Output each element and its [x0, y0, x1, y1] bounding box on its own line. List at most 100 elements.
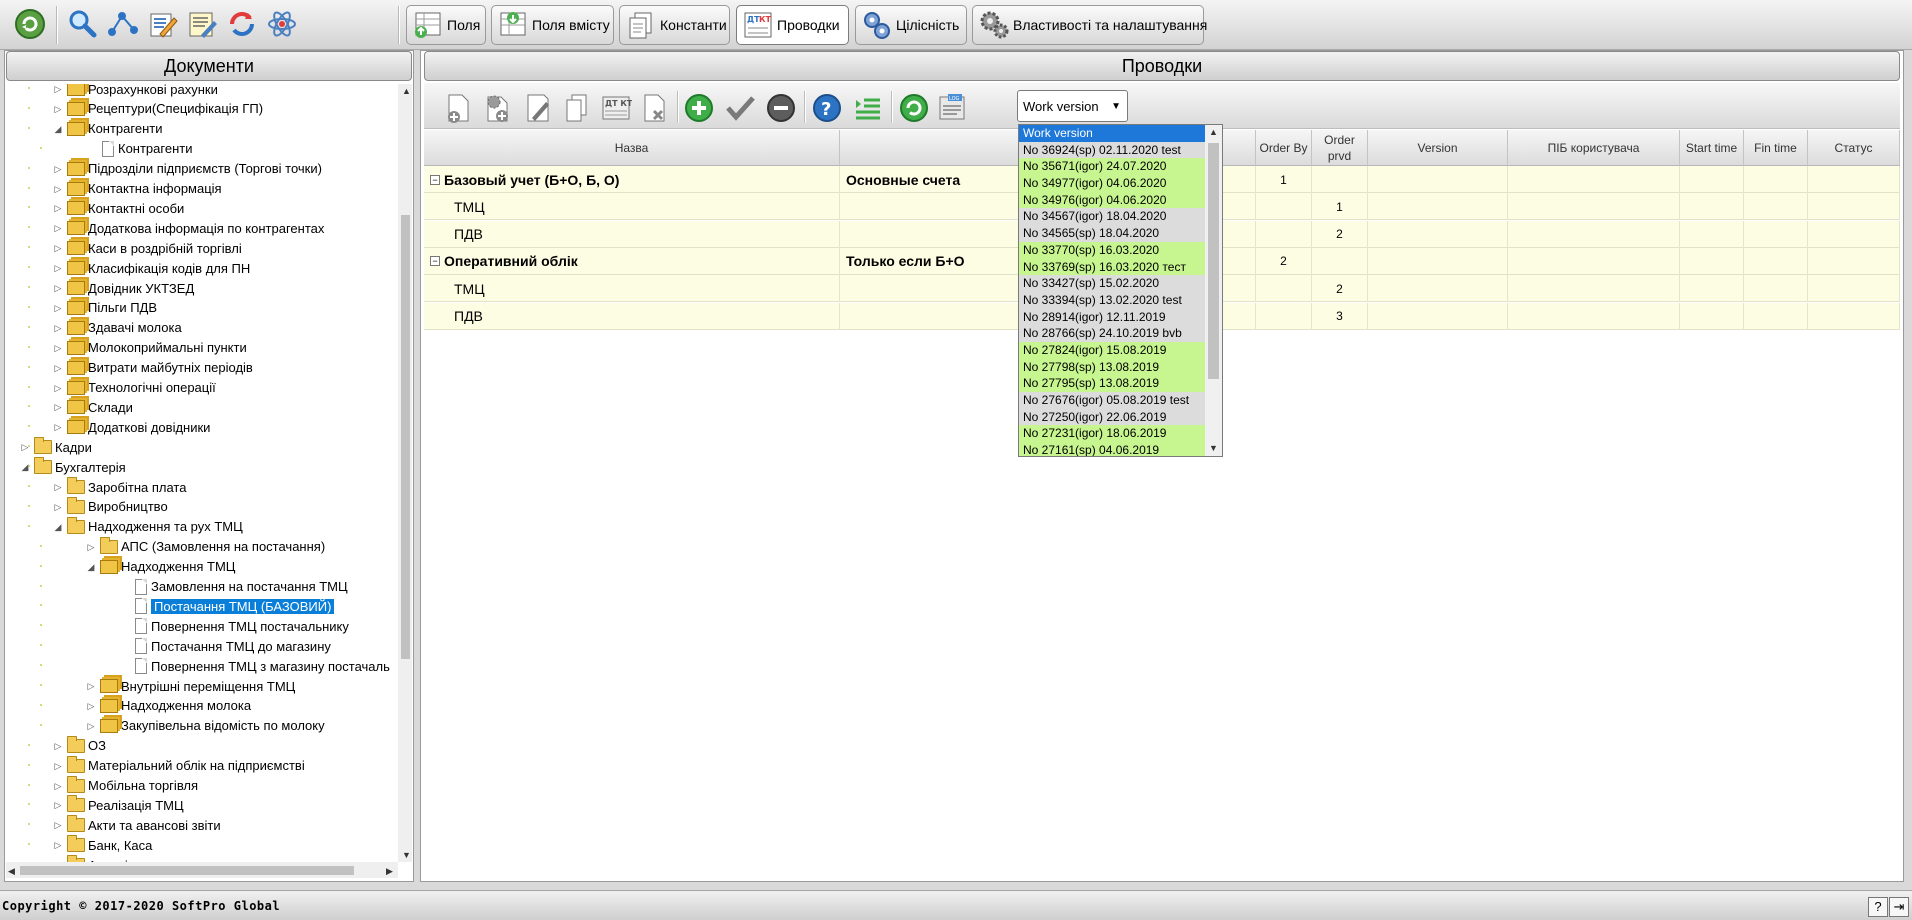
column-header[interactable]: Fin time	[1744, 130, 1808, 166]
column-header[interactable]: Order prvd	[1312, 130, 1368, 166]
scroll-right-arrow[interactable]: ▶	[386, 866, 393, 877]
tree-item[interactable]: Постачання ТМЦ (БАЗОВИЙ)	[119, 596, 335, 616]
copy-icon[interactable]	[560, 91, 594, 125]
dropdown-option[interactable]: No 33427(sp) 15.02.2020	[1019, 275, 1207, 292]
dropdown-option[interactable]: No 35671(igor) 24.07.2020	[1019, 158, 1207, 176]
expand-arrow-icon[interactable]: ▷	[53, 343, 63, 353]
tree-item[interactable]: ▷ Здавачі молока	[53, 318, 182, 338]
search-icon[interactable]	[66, 8, 98, 40]
tree-item[interactable]: ▷ Внутрішні переміщення ТМЦ	[86, 676, 296, 696]
expand-arrow-icon[interactable]: ▷	[86, 721, 96, 731]
expand-arrow-icon[interactable]: ▷	[86, 542, 96, 552]
new-doc-icon[interactable]	[442, 91, 476, 125]
expand-arrow-icon[interactable]: ▷	[53, 164, 63, 174]
dropdown-option[interactable]: Work version	[1019, 125, 1207, 142]
help-icon[interactable]: ?	[810, 91, 844, 125]
collapse-arrow-icon[interactable]: ◢	[53, 522, 63, 532]
cycle-icon[interactable]	[226, 8, 258, 40]
tree-item[interactable]: ▷ Заробітна плата	[53, 477, 186, 497]
refresh-icon[interactable]	[897, 91, 931, 125]
tree-item[interactable]: Повернення ТМЦ з магазину постачаль	[119, 656, 390, 676]
tree-item[interactable]: Постачання ТМЦ до магазину	[119, 636, 331, 656]
tree-item[interactable]: ▷ Закупівельна відомість по молоку	[86, 716, 325, 736]
column-header[interactable]: Order By	[1256, 130, 1312, 166]
expand-arrow-icon[interactable]: ▷	[53, 104, 63, 114]
tree-item[interactable]: ▷ Витрати майбутніх періодів	[53, 358, 253, 378]
tree-item[interactable]: ▷ Надходження молока	[86, 696, 252, 716]
tree-item[interactable]: ▷ Виробництво	[53, 496, 168, 517]
dropdown-option[interactable]: No 27676(igor) 05.08.2019 test	[1019, 392, 1207, 409]
expand-arrow-icon[interactable]: ▷	[53, 422, 63, 432]
refresh-icon[interactable]	[14, 8, 46, 40]
dropdown-option[interactable]: No 28766(sp) 24.10.2019 bvb	[1019, 325, 1207, 342]
tree-item[interactable]: ▷ Склади	[53, 397, 133, 417]
scroll-left-arrow[interactable]: ◀	[8, 866, 15, 877]
expand-arrow-icon[interactable]: ▷	[53, 363, 63, 373]
tree-item[interactable]: ▷ Акти та авансові звіти	[53, 815, 221, 835]
tree-item[interactable]: ▷ Додаткова інформація по контрагентах	[53, 218, 325, 238]
collapse-arrow-icon[interactable]: ◢	[86, 562, 96, 572]
expand-arrow-icon[interactable]: ▷	[53, 323, 63, 333]
tree-item[interactable]: ▷ ОЗ	[53, 735, 106, 756]
version-dropdown-list[interactable]: Work version No 36924(sp) 02.11.2020 test…	[1018, 124, 1223, 457]
dropdown-scroll-thumb[interactable]	[1208, 143, 1219, 379]
atom-icon[interactable]	[266, 8, 298, 40]
expand-arrow-icon[interactable]: ▷	[20, 442, 30, 452]
tab-constants[interactable]: Константи	[619, 5, 730, 45]
expand-arrow-icon[interactable]: ▷	[53, 840, 63, 850]
edit-icon[interactable]	[521, 91, 555, 125]
column-header[interactable]: Version	[1368, 130, 1508, 166]
tree-item[interactable]: ◢ Надходження ТМЦ	[86, 557, 236, 577]
expand-arrow-icon[interactable]: ▷	[53, 482, 63, 492]
collapse-arrow-icon[interactable]: ◢	[20, 462, 30, 472]
version-select[interactable]: Work version ▼	[1017, 90, 1128, 122]
dropdown-scroll-up-arrow[interactable]: ▲	[1209, 127, 1218, 137]
expand-arrow-icon[interactable]: ▷	[53, 303, 63, 313]
dropdown-option[interactable]: No 34565(sp) 18.04.2020	[1019, 225, 1207, 242]
dropdown-option[interactable]: No 27161(sp) 04.06.2019	[1019, 442, 1207, 456]
tree-item[interactable]: ▷ Додаткові довідники	[53, 417, 211, 437]
tree-item[interactable]: ▷ Мобільна торгівля	[53, 775, 198, 796]
expand-arrow-icon[interactable]: ▷	[53, 820, 63, 830]
tree-item[interactable]: Контрагенти	[86, 139, 192, 159]
help-icon[interactable]: ?	[1868, 897, 1888, 917]
tab-content-fields[interactable]: Поля вмісту	[491, 5, 614, 45]
dropdown-option[interactable]: No 36924(sp) 02.11.2020 test	[1019, 141, 1207, 159]
tree-item[interactable]: ▷ Реалізація ТМЦ	[53, 795, 184, 815]
tab-properties-settings[interactable]: Властивості та налаштування	[972, 5, 1207, 45]
expand-arrow-icon[interactable]: ▷	[53, 383, 63, 393]
documents-tree[interactable]: ▷ Розрахункові рахунки ▷ Рецептури(Специфік…	[6, 84, 398, 862]
tree-item[interactable]: ▷ Класифікація кодів для ПН	[53, 258, 251, 278]
tree-item[interactable]: ▷ Пільги ПДВ	[53, 298, 158, 318]
exit-icon[interactable]: ⇥	[1889, 897, 1909, 917]
tree-item[interactable]: ▷ Підрозділи підприємств (Торгові точки)	[53, 159, 322, 179]
tree-item[interactable]: ◢ Надходження та рух ТМЦ	[53, 516, 243, 537]
column-header[interactable]: Назва	[424, 130, 840, 166]
dropdown-option[interactable]: No 28914(igor) 12.11.2019	[1019, 308, 1207, 326]
expand-arrow-icon[interactable]: ▷	[53, 223, 63, 233]
expand-arrow-icon[interactable]: ▷	[53, 402, 63, 412]
expand-arrow-icon[interactable]: ▷	[53, 184, 63, 194]
tree-item[interactable]: ▷ Контактна інформація	[53, 179, 222, 199]
dropdown-option[interactable]: No 33770(sp) 16.03.2020	[1019, 241, 1207, 259]
tree-item[interactable]: ▷ Матеріальний облік на підприємстві	[53, 755, 305, 776]
collapse-arrow-icon[interactable]: ◢	[53, 124, 63, 134]
expand-arrow-icon[interactable]: ▷	[53, 761, 63, 771]
tree-item[interactable]: ▷ Контактні особи	[53, 198, 185, 218]
expand-arrow-icon[interactable]: ▷	[53, 781, 63, 791]
add-icon[interactable]	[682, 91, 716, 125]
tree-item[interactable]: ▷ Банк, Каса	[53, 835, 152, 855]
collapse-group-icon[interactable]: −	[430, 256, 440, 267]
tab-postings[interactable]: ДТ КТ Проводки	[736, 5, 849, 45]
expand-arrow-icon[interactable]: ▷	[86, 681, 96, 691]
expand-arrow-icon[interactable]: ▷	[53, 800, 63, 810]
dropdown-option[interactable]: No 33394(sp) 13.02.2020 test	[1019, 291, 1207, 309]
tree-hscroll-thumb[interactable]	[20, 866, 354, 875]
log-icon[interactable]: LOG	[935, 91, 969, 125]
tree-item[interactable]: ▷Акт звірки	[53, 855, 148, 862]
tree-item[interactable]: ▷ Довідник УКТЗЕД	[53, 278, 195, 298]
tree-item[interactable]: ▷ АПС (Замовлення на постачання)	[86, 536, 325, 557]
edit-list-icon[interactable]	[146, 8, 178, 40]
tree-item[interactable]: ◢ Бухгалтерія	[20, 457, 126, 477]
tree-item[interactable]: Повернення ТМЦ постачальнику	[119, 616, 349, 636]
